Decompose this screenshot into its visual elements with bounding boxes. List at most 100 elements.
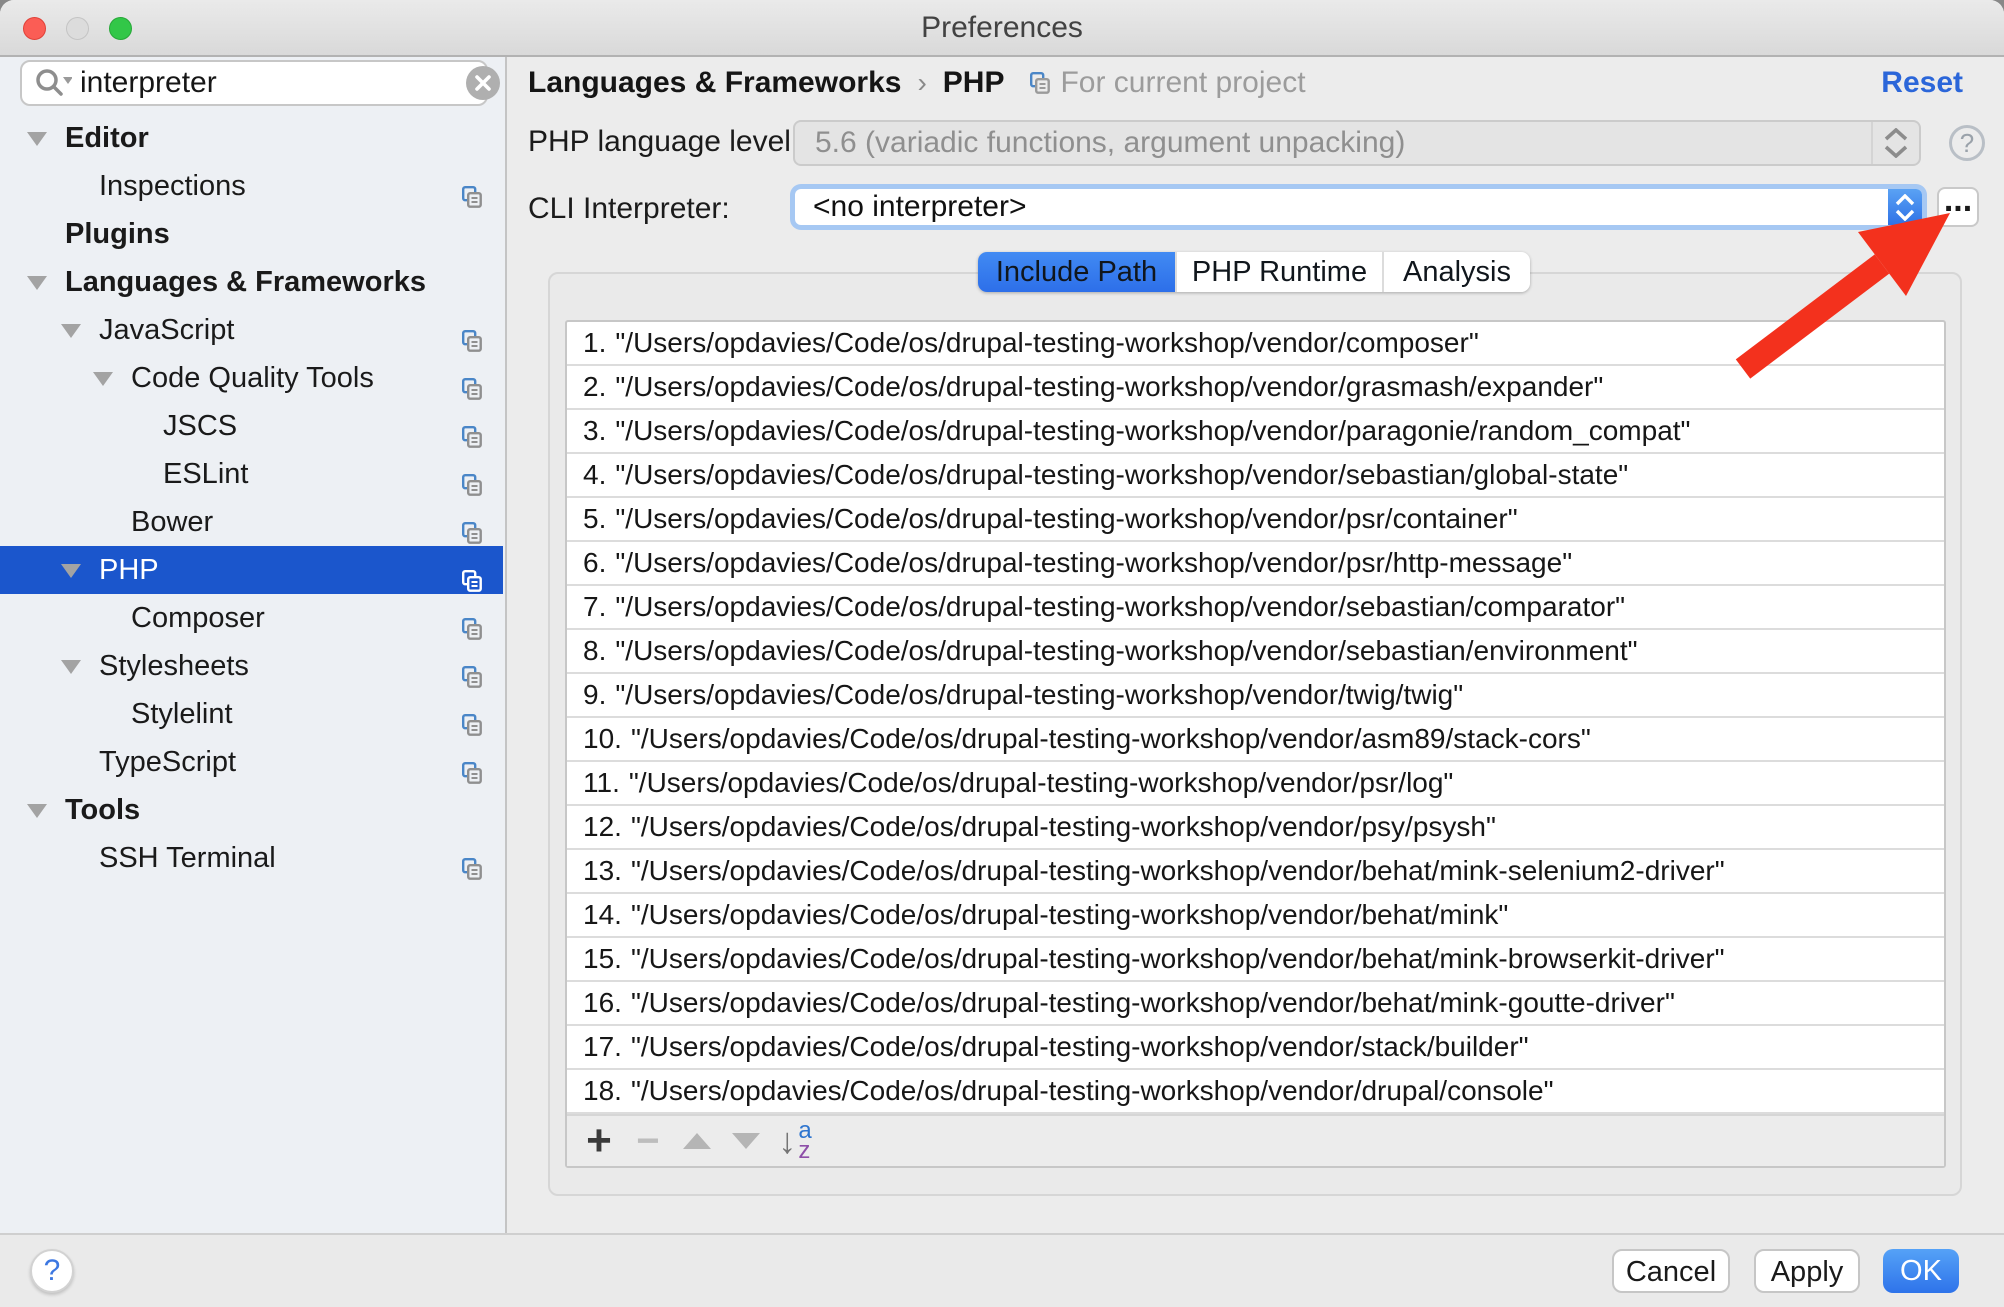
include-path-row[interactable]: 17."/Users/opdavies/Code/os/drupal-testi… [567,1026,1944,1070]
include-path-row[interactable]: 4."/Users/opdavies/Code/os/drupal-testin… [567,454,1944,498]
include-path-row[interactable]: 5."/Users/opdavies/Code/os/drupal-testin… [567,498,1944,542]
include-path-row[interactable]: 9."/Users/opdavies/Code/os/drupal-testin… [567,674,1944,718]
sidebar-item-stylesheets[interactable]: Stylesheets [0,642,503,690]
include-path-row[interactable]: 3."/Users/opdavies/Code/os/drupal-testin… [567,410,1944,454]
include-path-list: 1. "/Users/opdavies/Code/os/drupal-testin… [567,322,1944,1114]
php-settings-tabs: Include PathPHP RuntimeAnalysis [978,252,1530,292]
settings-main-pane: Languages & Frameworks › PHP For current pr… [509,57,2004,1233]
breadcrumb-item[interactable]: Languages & Frameworks [528,63,901,103]
sidebar-item-code-quality-tools[interactable]: Code Quality Tools [0,354,503,402]
cli-interpreter-label: CLI Interpreter: [528,192,730,226]
sort-alphabetically-button[interactable]: ↓ a z [777,1121,813,1161]
search-input[interactable] [80,66,466,100]
sidebar-item-eslint[interactable]: ESLint [0,450,503,498]
sidebar-item-label: TypeScript [0,746,236,778]
sidebar-item-typescript[interactable]: TypeScript [0,738,503,786]
row-number: 8. [583,635,606,666]
sidebar-item-jscs[interactable]: JSCS [0,402,503,450]
tab-analysis[interactable]: Analysis [1382,252,1530,292]
include-path-row[interactable]: 1."/Users/opdavies/Code/os/drupal-testin… [567,322,1944,366]
apply-button[interactable]: Apply [1754,1249,1860,1293]
clear-search-icon[interactable] [466,66,500,100]
include-path-row[interactable]: 2."/Users/opdavies/Code/os/drupal-testin… [567,366,1944,410]
browse-interpreters-button[interactable]: ... [1937,187,1979,227]
preferences-window: Preferences [0,0,2004,1307]
row-path: "/Users/opdavies/Code/os/drupal-testing-… [631,811,1496,842]
content-area: Editor Inspections Plugins Languages & Fram… [0,57,2004,1233]
sidebar-item-stylelint[interactable]: Stylelint [0,690,503,738]
per-project-settings-icon [462,559,482,581]
include-path-row[interactable]: 14."/Users/opdavies/Code/os/drupal-testi… [567,894,1944,938]
sidebar-item-ssh-terminal[interactable]: SSH Terminal [0,834,503,882]
ok-button[interactable]: OK [1883,1249,1959,1293]
sidebar-item-languages-frameworks[interactable]: Languages & Frameworks [0,258,503,306]
expand-collapse-icon[interactable] [27,804,47,818]
add-path-button[interactable]: + [581,1121,617,1161]
cli-interpreter-select[interactable]: <no interpreter> [790,184,1927,230]
expand-collapse-icon[interactable] [61,564,81,578]
include-path-row[interactable]: 7."/Users/opdavies/Code/os/drupal-testin… [567,586,1944,630]
sidebar-item-tools[interactable]: Tools [0,786,503,834]
title-bar: Preferences [0,0,2004,57]
sidebar-item-label: Stylesheets [0,650,249,682]
row-number: 1. [583,327,606,358]
include-path-row[interactable]: 15."/Users/opdavies/Code/os/drupal-testi… [567,938,1944,982]
include-path-row[interactable]: 8."/Users/opdavies/Code/os/drupal-testin… [567,630,1944,674]
window-title: Preferences [0,0,2004,55]
row-number: 10. [583,723,622,754]
row-number: 9. [583,679,606,710]
expand-collapse-icon[interactable] [61,324,81,338]
per-project-settings-icon [462,703,482,725]
sidebar-item-bower[interactable]: Bower [0,498,503,546]
sidebar-item-javascript[interactable]: JavaScript [0,306,503,354]
reset-link[interactable]: Reset [1881,63,1963,103]
language-level-select[interactable]: 5.6 (variadic functions, argument unpack… [793,120,1921,166]
sidebar-item-label: JavaScript [0,314,234,346]
sidebar-item-editor[interactable]: Editor [0,114,503,162]
include-path-row[interactable]: 18."/Users/opdavies/Code/os/drupal-testi… [567,1070,1944,1114]
cli-interpreter-value: <no interpreter> [795,190,1888,224]
include-path-row[interactable]: 10."/Users/opdavies/Code/os/drupal-testi… [567,718,1944,762]
cancel-button[interactable]: Cancel [1612,1249,1730,1293]
include-path-row[interactable]: 11."/Users/opdavies/Code/os/drupal-testi… [567,762,1944,806]
breadcrumb-separator: › [917,63,926,103]
row-path: "/Users/opdavies/Code/os/drupal-testing-… [631,855,1725,886]
tab-php-runtime[interactable]: PHP Runtime [1175,252,1382,292]
sidebar-item-composer[interactable]: Composer [0,594,503,642]
context-help-icon[interactable]: ? [1949,125,1985,161]
chevron-updown-icon[interactable] [1888,189,1922,225]
per-project-settings-icon [462,655,482,677]
sidebar-item-label: Plugins [0,218,170,250]
tab-include-path[interactable]: Include Path [978,252,1175,292]
row-number: 2. [583,371,606,402]
include-path-row[interactable]: 6."/Users/opdavies/Code/os/drupal-testin… [567,542,1944,586]
sidebar-item-label: Bower [0,506,213,538]
sidebar-item-label: Stylelint [0,698,233,730]
per-project-settings-icon [462,367,482,389]
help-button[interactable]: ? [30,1249,74,1293]
language-level-value: 5.6 (variadic functions, argument unpack… [795,126,1871,160]
row-number: 18. [583,1075,622,1106]
expand-collapse-icon[interactable] [27,132,47,146]
per-project-settings-icon [462,847,482,869]
expand-collapse-icon[interactable] [61,660,81,674]
sidebar-item-label: Editor [0,122,149,154]
search-icon[interactable] [34,67,72,99]
expand-collapse-icon[interactable] [93,372,113,386]
breadcrumb-item[interactable]: PHP [943,63,1005,103]
include-path-row[interactable]: 13. "/Users/opdavies/Code/os/drupal-testi… [567,850,1944,894]
scope-indicator: For current project [1030,63,1305,103]
sidebar-item-inspections[interactable]: Inspections [0,162,503,210]
expand-collapse-icon[interactable] [27,276,47,290]
include-path-row[interactable]: 12."/Users/opdavies/Code/os/drupal-testi… [567,806,1944,850]
sidebar-item-php[interactable]: PHP [0,546,503,594]
row-number: 13. [583,855,622,886]
sidebar-item-label: Tools [0,794,140,826]
chevron-updown-icon[interactable] [1871,122,1919,164]
settings-search-box[interactable] [20,60,488,106]
row-number: 4. [583,459,606,490]
row-path: "/Users/opdavies/Code/os/drupal-testing-… [615,591,1625,622]
row-path: "/Users/opdavies/Code/os/drupal-testing-… [631,1031,1529,1062]
include-path-row[interactable]: 16."/Users/opdavies/Code/os/drupal-testi… [567,982,1944,1026]
sidebar-item-plugins[interactable]: Plugins [0,210,503,258]
